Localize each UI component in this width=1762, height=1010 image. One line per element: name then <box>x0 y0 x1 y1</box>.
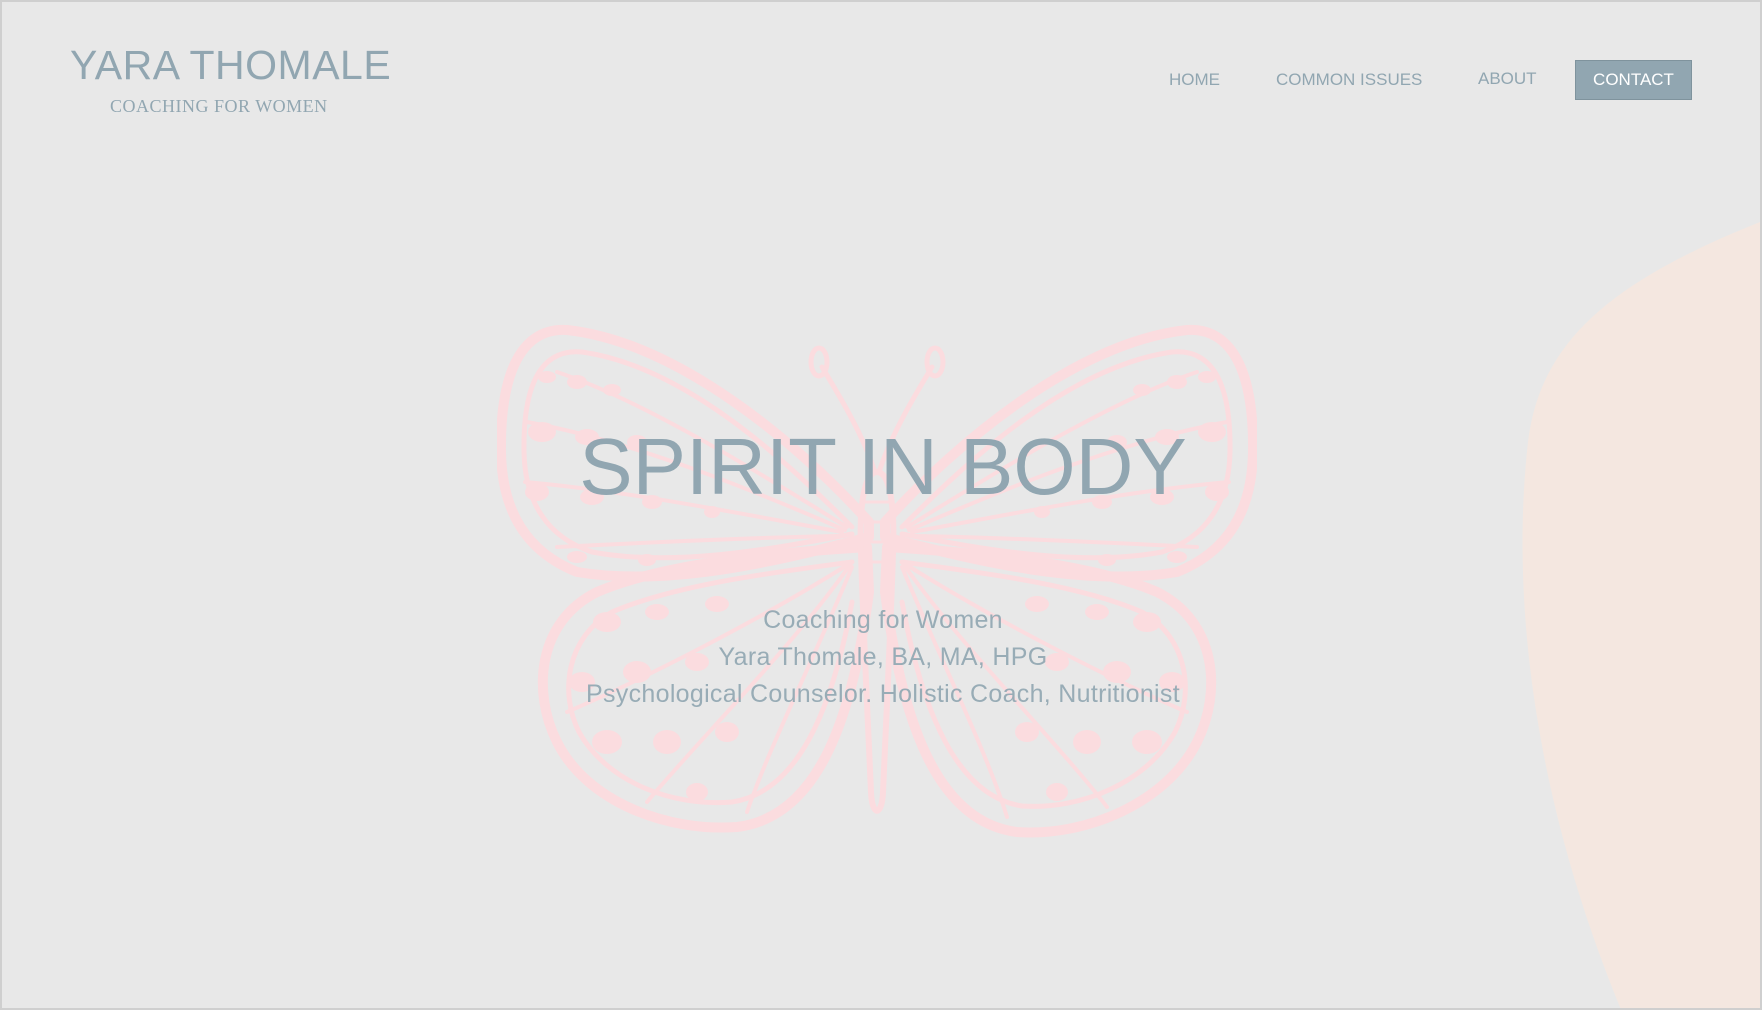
page: YARA THOMALE COACHING FOR WOMEN HOME COM… <box>0 0 1762 1010</box>
nav-about[interactable]: ABOUT <box>1478 59 1537 99</box>
hero-line-roles: Psychological Counselor. Holistic Coach,… <box>586 680 1180 708</box>
hero-line-coaching: Coaching for Women <box>763 606 1003 634</box>
hero-subtitle: Coaching for Women Yara Thomale, BA, MA,… <box>2 602 1760 713</box>
butterfly-icon <box>497 324 1257 838</box>
nav-contact-button[interactable]: CONTACT <box>1575 60 1692 100</box>
nav-common-issues[interactable]: COMMON ISSUES <box>1276 60 1422 100</box>
main-nav: HOME COMMON ISSUES ABOUT CONTACT <box>2 59 1760 100</box>
hero-title: SPIRIT IN BODY <box>579 422 1187 511</box>
hero-line-credentials: Yara Thomale, BA, MA, HPG <box>718 643 1048 671</box>
nav-home[interactable]: HOME <box>1169 60 1220 100</box>
